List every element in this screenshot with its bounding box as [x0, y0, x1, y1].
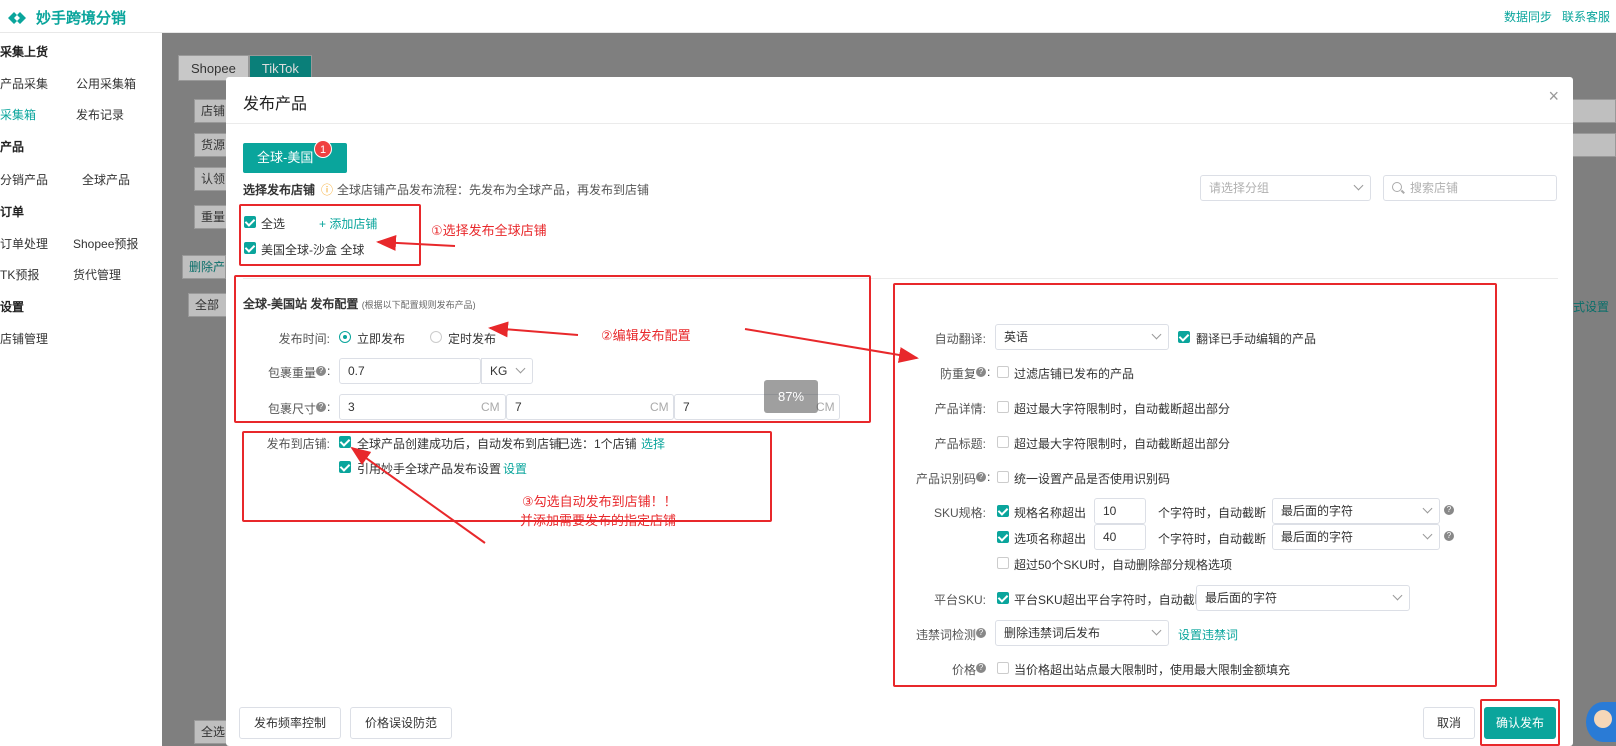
annotation-step3-line2: 并添加需要发布的指定店铺	[520, 513, 677, 528]
modal-divider	[226, 123, 1573, 124]
publish-frequency-button[interactable]: 发布频率控制	[239, 707, 341, 739]
sidebar: 采集上货 产品采集 公用采集箱 采集箱 发布记录 产品 分销产品 全球产品 订单…	[0, 33, 162, 746]
group-select[interactable]: 请选择分组	[1200, 175, 1371, 201]
app-logo[interactable]: 妙手跨境分销	[6, 7, 126, 28]
sidebar-item-tk-forecast[interactable]: TK预报	[0, 266, 39, 283]
sidebar-section-settings: 设置	[0, 300, 25, 314]
sidebar-item-order-process[interactable]: 订单处理	[0, 235, 48, 252]
cancel-button[interactable]: 取消	[1423, 707, 1475, 739]
bg-field: 删除产	[182, 255, 226, 279]
hint-text: 全球店铺产品发布流程：先发布为全球产品，再发布到店铺	[337, 183, 650, 197]
sidebar-item-public-box[interactable]: 公用采集箱	[76, 75, 136, 92]
support-avatar[interactable]	[1586, 702, 1616, 742]
annotation-box-step1	[239, 204, 421, 266]
sidebar-item-collect-box[interactable]: 采集箱	[0, 106, 36, 123]
info-icon: ⓘ	[321, 183, 334, 197]
annotation-box-confirm	[1480, 699, 1560, 746]
logo-icon	[8, 11, 26, 24]
select-store-label: 选择发布店铺	[243, 183, 316, 197]
sidebar-item-store-manage[interactable]: 店铺管理	[0, 330, 48, 347]
store-search-placeholder: 搜索店铺	[1410, 181, 1459, 195]
sidebar-section-order: 订单	[0, 205, 25, 219]
group-select-placeholder: 请选择分组	[1209, 181, 1270, 195]
modal-title: 发布产品	[243, 96, 308, 113]
bg-style-settings: 式设置	[1573, 300, 1610, 314]
data-sync-link[interactable]: 数据同步	[1504, 8, 1552, 25]
top-links: 数据同步 联系客服	[1504, 8, 1610, 25]
sidebar-section-product: 产品	[0, 140, 25, 154]
top-bar: 妙手跨境分销 数据同步 联系客服	[0, 0, 1616, 33]
app-name: 妙手跨境分销	[36, 10, 127, 27]
close-icon[interactable]: ×	[1548, 86, 1559, 107]
annotation-box-right	[893, 283, 1497, 687]
annotation-box-step2	[234, 275, 871, 423]
contact-support-link[interactable]: 联系客服	[1562, 8, 1610, 25]
bg-field: 全部	[188, 293, 228, 317]
sidebar-item-forwarder[interactable]: 货代管理	[73, 266, 121, 283]
tab-count-badge: 1	[314, 140, 332, 158]
price-guard-button[interactable]: 价格误设防范	[350, 707, 452, 739]
sidebar-item-shopee-forecast[interactable]: Shopee预报	[73, 235, 138, 252]
sidebar-item-publish-record[interactable]: 发布记录	[76, 106, 124, 123]
sidebar-item-dist-product[interactable]: 分销产品	[0, 171, 48, 188]
annotation-step2: ②编辑发布配置	[601, 328, 691, 343]
store-search-input[interactable]: 搜索店铺	[1383, 175, 1557, 201]
chevron-down-icon	[1353, 180, 1364, 191]
sidebar-item-global-product[interactable]: 全球产品	[82, 171, 130, 188]
sidebar-item-product-collect[interactable]: 产品采集	[0, 75, 48, 92]
annotation-step1: ①选择发布全球店铺	[431, 223, 547, 238]
annotation-step3-line1: ③勾选自动发布到店铺！！	[522, 494, 677, 509]
annotation-box-step3	[242, 431, 772, 522]
sidebar-section-collect: 采集上货	[0, 45, 49, 59]
publish-flow-hint: ⓘ 全球店铺产品发布流程：先发布为全球产品，再发布到店铺	[321, 181, 649, 198]
search-icon	[1392, 182, 1402, 192]
